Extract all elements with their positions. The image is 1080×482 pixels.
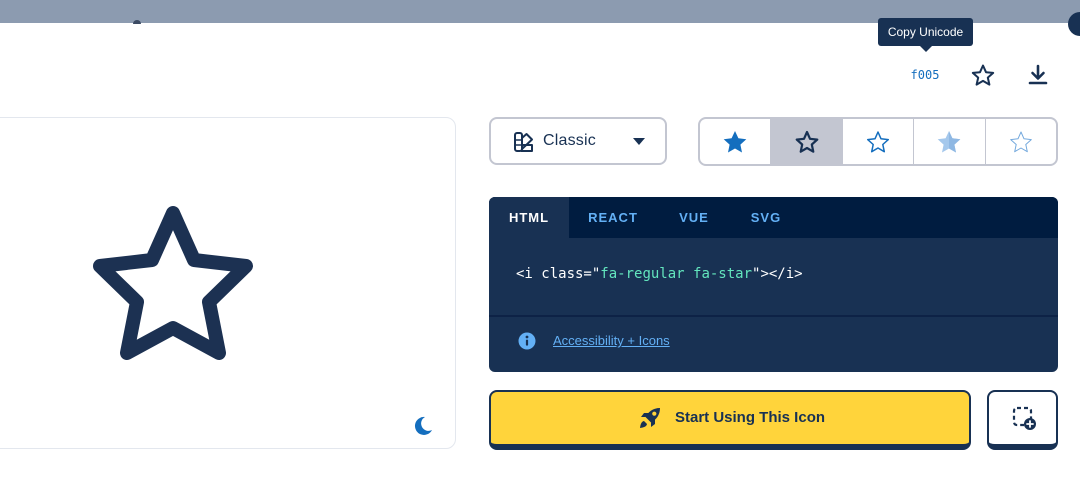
variant-light[interactable] <box>843 119 915 164</box>
moon-icon[interactable] <box>412 415 434 437</box>
chevron-down-icon <box>633 138 645 145</box>
star-thin-icon <box>1010 131 1032 152</box>
star-duotone-icon <box>938 130 961 152</box>
unicode-code[interactable]: f005 <box>900 65 950 85</box>
code-class-value: fa-regular fa-star <box>600 266 753 282</box>
strip-dot <box>133 20 141 24</box>
download-icon[interactable] <box>1026 63 1050 87</box>
palette-icon <box>514 132 533 152</box>
code-divider <box>489 315 1058 317</box>
tab-html[interactable]: HTML <box>489 197 569 238</box>
variant-regular[interactable] <box>771 119 843 164</box>
style-select[interactable]: Classic <box>489 117 667 165</box>
tab-react[interactable]: REACT <box>577 197 649 238</box>
tab-vue[interactable]: VUE <box>665 197 723 238</box>
code-tabs: HTML REACT VUE SVG <box>489 197 1058 238</box>
style-select-value: Classic <box>543 132 596 149</box>
star-solid-icon <box>723 130 747 152</box>
info-icon <box>518 332 536 350</box>
copy-unicode-tooltip: Copy Unicode <box>878 18 973 52</box>
star-light-icon <box>866 130 890 152</box>
favorite-star-icon[interactable] <box>970 63 996 87</box>
tab-svg[interactable]: SVG <box>739 197 793 238</box>
add-to-kit-button[interactable] <box>987 390 1058 450</box>
code-line[interactable]: <i class="fa-regular fa-star"></i> <box>516 266 803 282</box>
variant-solid[interactable] <box>700 119 772 164</box>
star-icon <box>93 206 253 360</box>
add-to-kit-icon <box>1012 406 1036 430</box>
style-variant-group <box>698 117 1058 166</box>
star-regular-icon <box>795 130 819 153</box>
variant-duotone[interactable] <box>914 119 986 164</box>
code-open: <i class=" <box>516 266 601 282</box>
code-close: "></i> <box>752 266 803 282</box>
variant-thin[interactable] <box>986 119 1056 164</box>
rocket-icon <box>640 408 660 428</box>
avatar[interactable] <box>1068 12 1080 36</box>
start-using-label: Start Using This Icon <box>675 409 826 426</box>
start-using-button[interactable]: Start Using This Icon <box>489 390 971 450</box>
code-snippet-panel: HTML REACT VUE SVG <i class="fa-regular … <box>489 197 1058 372</box>
accessibility-link[interactable]: Accessibility + Icons <box>553 332 670 350</box>
